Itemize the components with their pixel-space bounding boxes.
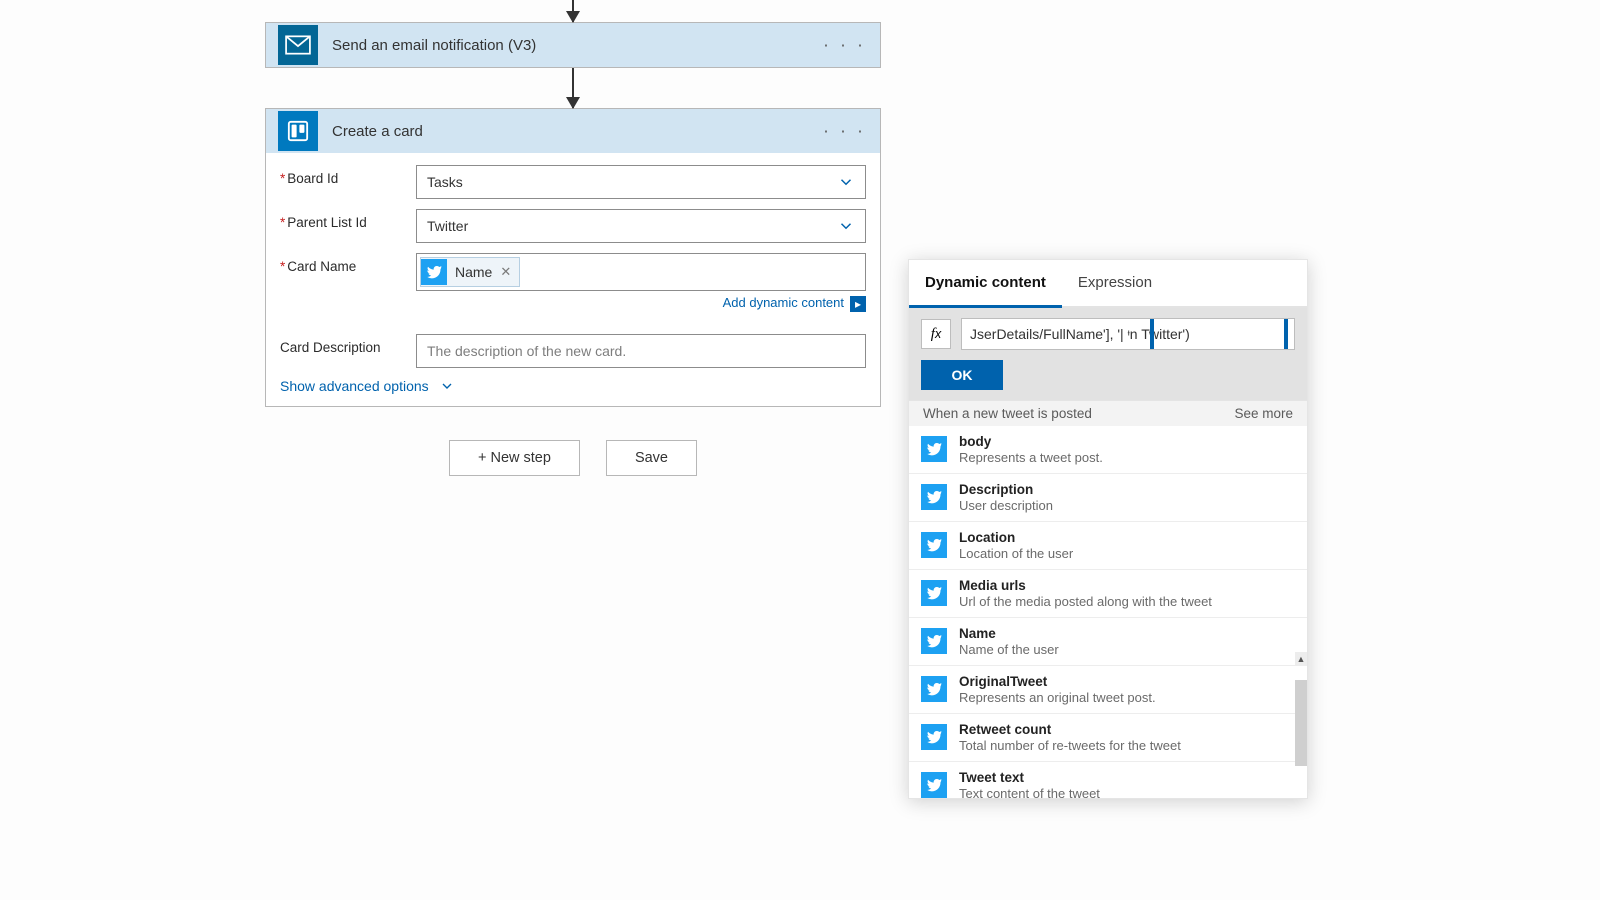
twitter-icon [921,436,947,462]
expression-text: JserDetails/FullName'], '| ᶧn Twitter') [970,326,1190,342]
label-card-description: Card Description [280,334,416,355]
step-title: Create a card [332,123,423,140]
dyn-item-title: Location [959,530,1073,545]
dyn-item-desc: Url of the media posted along with the t… [959,594,1212,609]
step-send-email[interactable]: Send an email notification (V3) · · · [265,22,881,68]
new-step-button[interactable]: + New step [449,440,580,476]
dynamic-item[interactable]: LocationLocation of the user [909,522,1307,570]
chevron-down-icon [837,173,855,191]
token-remove-icon[interactable]: ✕ [500,264,511,280]
twitter-icon [921,628,947,654]
step-create-card: Create a card · · · *Board Id Tasks *Par… [265,108,881,407]
source-title: When a new tweet is posted [923,406,1092,421]
dyn-item-desc: Location of the user [959,546,1073,561]
dyn-item-desc: Text content of the tweet [959,786,1100,798]
scrollbar-thumb[interactable] [1295,680,1307,766]
select-parent-list-id[interactable]: Twitter [416,209,866,243]
see-more-link[interactable]: See more [1234,406,1293,421]
label-card-name: *Card Name [280,253,416,274]
step-menu-button[interactable]: · · · [823,35,866,56]
dynamic-item[interactable]: Tweet textText content of the tweet [909,762,1307,798]
dynamic-item[interactable]: OriginalTweetRepresents an original twee… [909,666,1307,714]
select-board-id[interactable]: Tasks [416,165,866,199]
dyn-item-desc: Total number of re-tweets for the tweet [959,738,1181,753]
save-button[interactable]: Save [606,440,697,476]
tab-expression[interactable]: Expression [1062,260,1168,308]
twitter-icon [921,676,947,702]
tab-dynamic-content[interactable]: Dynamic content [909,260,1062,308]
dynamic-item[interactable]: Media urlsUrl of the media posted along … [909,570,1307,618]
add-dyn-badge-icon: ▸ [850,296,866,312]
twitter-icon [921,580,947,606]
label-parent-list-id: *Parent List Id [280,209,416,230]
dyn-item-desc: Represents an original tweet post. [959,690,1156,705]
label-board-id: *Board Id [280,165,416,186]
twitter-icon [921,772,947,798]
dyn-item-desc: User description [959,498,1053,513]
dynamic-items-list[interactable]: bodyRepresents a tweet post.DescriptionU… [909,426,1307,798]
dyn-item-title: Media urls [959,578,1212,593]
flow-arrow [265,0,881,22]
dynamic-item[interactable]: DescriptionUser description [909,474,1307,522]
scroll-up-button[interactable]: ▲ [1295,652,1307,666]
twitter-icon [921,532,947,558]
flow-arrow [265,68,881,108]
dyn-item-title: Retweet count [959,722,1181,737]
twitter-icon [921,484,947,510]
select-value: Twitter [427,218,468,234]
step-title: Send an email notification (V3) [332,37,536,54]
fx-icon: fx [921,319,951,349]
twitter-icon [921,724,947,750]
twitter-icon [421,259,447,285]
mail-icon [278,25,318,65]
select-value: Tasks [427,174,463,190]
expression-input[interactable]: JserDetails/FullName'], '| ᶧn Twitter') [961,318,1295,350]
dynamic-item[interactable]: NameName of the user [909,618,1307,666]
dynamic-token-name[interactable]: Name ✕ [420,257,520,287]
dyn-item-desc: Name of the user [959,642,1059,657]
dyn-item-title: Name [959,626,1059,641]
dynamic-content-popout: Dynamic content Expression fx JserDetail… [908,259,1308,799]
trello-icon [278,111,318,151]
token-label: Name [455,264,492,280]
chevron-down-icon [439,378,455,394]
dynamic-item[interactable]: bodyRepresents a tweet post. [909,426,1307,474]
dyn-item-title: body [959,434,1103,449]
ok-button[interactable]: OK [921,360,1003,390]
step-menu-button[interactable]: · · · [823,121,866,142]
input-card-name[interactable]: Name ✕ [416,253,866,291]
dyn-item-title: Description [959,482,1053,497]
show-advanced-options-link[interactable]: Show advanced options [280,378,455,394]
dyn-item-desc: Represents a tweet post. [959,450,1103,465]
chevron-down-icon [837,217,855,235]
step-header[interactable]: Create a card · · · [266,109,880,153]
input-card-description[interactable] [416,334,866,368]
add-dynamic-content-link[interactable]: Add dynamic content▸ [723,295,866,310]
dyn-item-title: Tweet text [959,770,1100,785]
dynamic-item[interactable]: Retweet countTotal number of re-tweets f… [909,714,1307,762]
dyn-item-title: OriginalTweet [959,674,1156,689]
